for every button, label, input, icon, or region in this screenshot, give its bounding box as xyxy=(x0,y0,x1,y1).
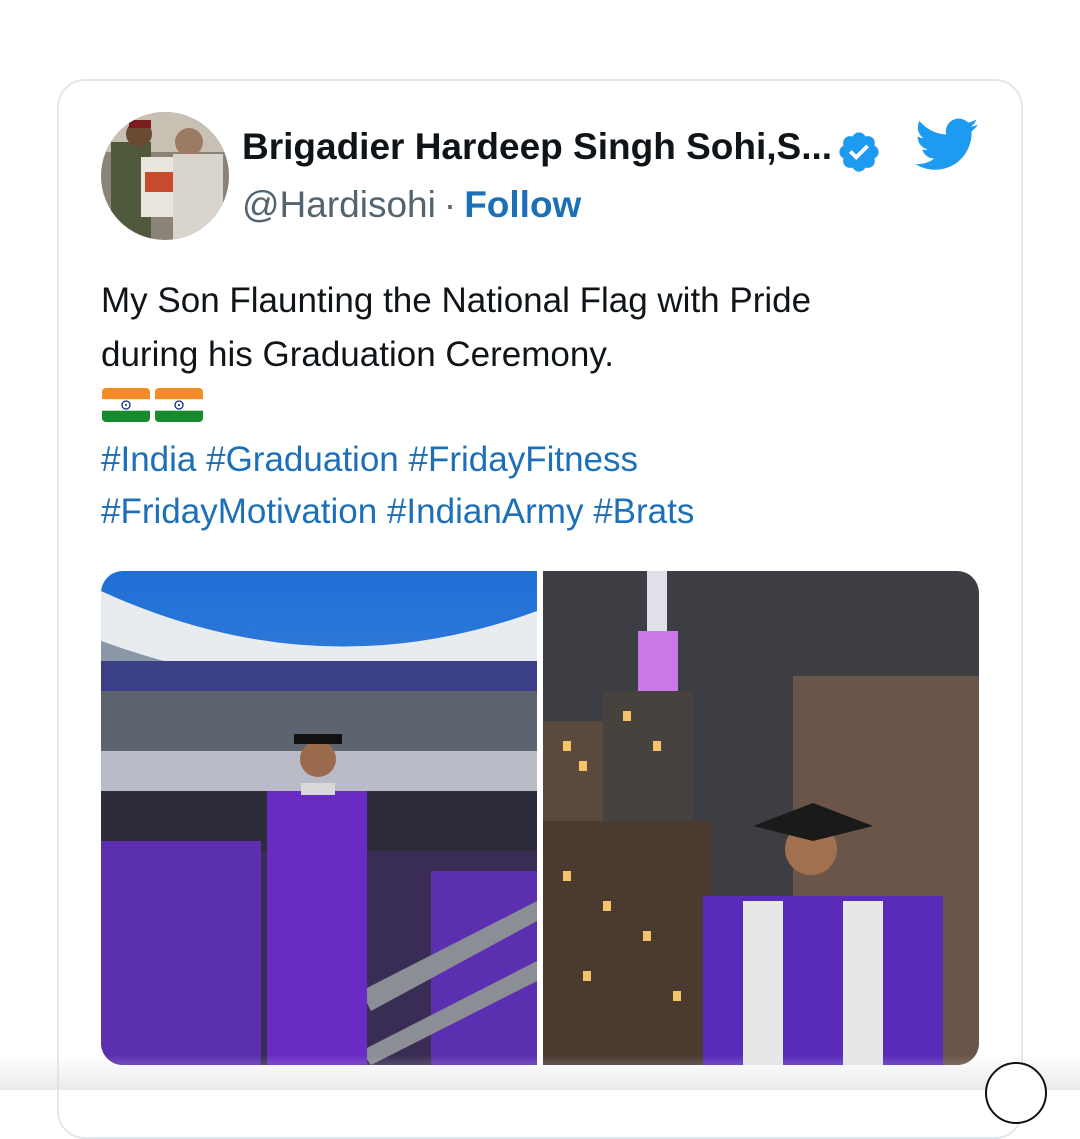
tweet-text-line: during his Graduation Ceremony. xyxy=(101,335,614,374)
hashtag-link[interactable]: #Graduation xyxy=(206,440,399,479)
separator-dot: · xyxy=(443,184,457,225)
bottom-fade xyxy=(0,1055,1080,1090)
verified-badge-icon xyxy=(839,132,879,172)
hashtag-link[interactable]: #Brats xyxy=(593,492,694,531)
twitter-bird-icon[interactable] xyxy=(915,117,979,173)
author-handle[interactable]: @Hardisohi xyxy=(242,184,436,225)
author-name[interactable]: Brigadier Hardeep Singh Sohi,S... xyxy=(242,126,832,168)
empire-state-building-photo[interactable] xyxy=(543,571,979,1065)
tweet-text-line: My Son Flaunting the National Flag with … xyxy=(101,281,812,320)
hashtag-link[interactable]: #FridayMotivation xyxy=(101,492,377,531)
stadium-graduation-photo[interactable] xyxy=(101,571,537,1065)
handle-row: @Hardisohi · Follow xyxy=(242,184,581,226)
india-flag-icon xyxy=(102,388,150,422)
hashtag-link[interactable]: #India xyxy=(101,440,196,479)
floating-action-icon[interactable] xyxy=(985,1062,1047,1124)
hashtag-line: #India #Graduation #FridayFitness xyxy=(101,434,981,486)
hashtag-link[interactable]: #IndianArmy xyxy=(387,492,583,531)
tweet-media xyxy=(101,571,979,1065)
hashtag-line: #FridayMotivation #IndianArmy #Brats xyxy=(101,486,981,538)
hashtags: #India #Graduation #FridayFitness #Frida… xyxy=(101,434,981,538)
hashtag-link[interactable]: #FridayFitness xyxy=(408,440,638,479)
india-flag-icon xyxy=(155,388,203,422)
avatar[interactable] xyxy=(101,112,229,240)
flag-emojis xyxy=(102,388,208,422)
follow-link[interactable]: Follow xyxy=(464,184,581,225)
tweet-text: My Son Flaunting the National Flag with … xyxy=(101,274,981,382)
